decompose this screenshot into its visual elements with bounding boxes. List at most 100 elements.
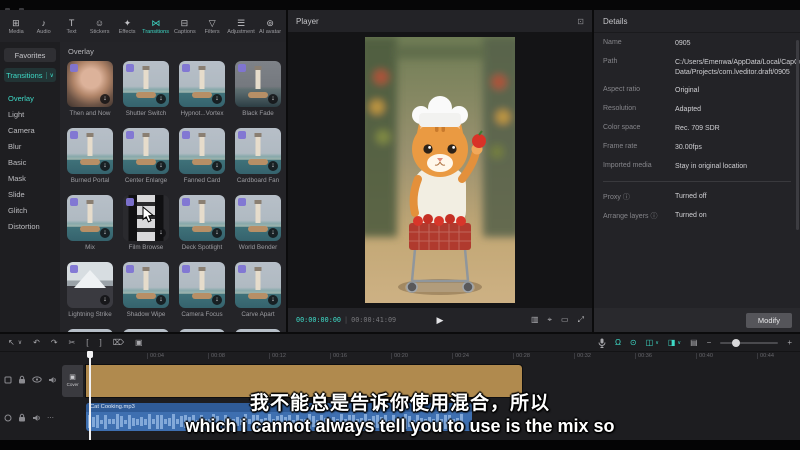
transition-thumb[interactable]: ↓ <box>179 329 225 332</box>
tab-adjustment[interactable]: ☰Adjustment <box>226 18 256 35</box>
transition-thumb[interactable]: ↓ <box>67 329 113 332</box>
auto-snap-icon[interactable]: ⊙ <box>630 338 637 347</box>
tab-ai_avatar[interactable]: ⊚AI avatar <box>256 18 284 35</box>
transition-thumb[interactable]: ↓ <box>123 128 169 174</box>
transition-thumb[interactable]: ↓ <box>235 262 281 308</box>
preview-axis-icon[interactable]: ◨ <box>668 338 676 347</box>
download-icon[interactable]: ↓ <box>268 295 278 305</box>
tab-audio[interactable]: ♪Audio <box>30 18 58 35</box>
collect-icon[interactable] <box>70 131 78 139</box>
modify-button[interactable]: Modify <box>746 313 792 328</box>
download-icon[interactable]: ↓ <box>212 295 222 305</box>
tab-text[interactable]: TText <box>58 18 86 35</box>
play-button[interactable]: ▶ <box>437 315 444 326</box>
timeline-zoom-slider[interactable] <box>720 342 778 344</box>
mute-track-icon[interactable] <box>48 376 57 384</box>
more-options-icon[interactable]: ⋯ <box>47 414 54 422</box>
transition-thumb[interactable]: ↓ <box>67 128 113 174</box>
speaker-icon[interactable] <box>32 414 41 422</box>
download-icon[interactable]: ↓ <box>156 295 166 305</box>
download-icon[interactable]: ↓ <box>100 295 110 305</box>
collect-icon[interactable] <box>182 198 190 206</box>
redo-icon[interactable]: ↷ <box>51 338 58 347</box>
transition-thumb[interactable]: ↓ <box>67 262 113 308</box>
video-clip[interactable] <box>86 365 522 397</box>
download-icon[interactable]: ↓ <box>100 94 110 104</box>
trim-right-icon[interactable]: ] <box>99 338 101 347</box>
lock-icon[interactable] <box>18 375 26 384</box>
sidebar-item-glitch[interactable]: Glitch <box>4 202 56 218</box>
collect-icon[interactable] <box>182 131 190 139</box>
download-icon[interactable]: ↓ <box>268 161 278 171</box>
link-chevron-icon[interactable]: ∨ <box>655 340 659 346</box>
sidebar-item-blur[interactable]: Blur <box>4 138 56 154</box>
trim-left-icon[interactable]: [ <box>86 338 88 347</box>
aspect-ratio-icon[interactable]: ▭ <box>561 315 569 325</box>
select-tool-chevron-icon[interactable]: ∨ <box>18 339 22 346</box>
collect-icon[interactable] <box>126 131 134 139</box>
transition-thumb[interactable]: ↓ <box>123 262 169 308</box>
collect-icon[interactable] <box>238 131 246 139</box>
collect-icon[interactable] <box>182 64 190 72</box>
zoom-in-icon[interactable]: + <box>787 338 792 347</box>
tab-effects[interactable]: ✦Effects <box>113 18 141 35</box>
download-icon[interactable]: ↓ <box>156 228 166 238</box>
transition-thumb[interactable]: ↓ <box>235 128 281 174</box>
motion-preview-icon[interactable]: ⌖ <box>548 315 553 325</box>
cover-button[interactable]: ▣ Cover <box>62 365 83 397</box>
collect-icon[interactable] <box>126 265 134 273</box>
download-icon[interactable]: ↓ <box>100 228 110 238</box>
record-voiceover-icon[interactable] <box>598 338 606 348</box>
tab-media[interactable]: ⊞Media <box>2 18 30 35</box>
transition-thumb[interactable]: ↓ <box>67 195 113 241</box>
player-menu-icon[interactable]: ⊡ <box>577 17 584 26</box>
transition-thumb[interactable]: ↓ <box>235 329 281 332</box>
transition-thumb[interactable]: ↓ <box>179 61 225 107</box>
lock-icon[interactable] <box>18 413 26 422</box>
collect-icon[interactable] <box>238 265 246 273</box>
transition-thumb[interactable]: ↓ <box>179 262 225 308</box>
details-scrollbar[interactable] <box>796 40 799 230</box>
transition-thumb[interactable]: ↓ <box>179 195 225 241</box>
link-clips-icon[interactable]: ◫ <box>646 338 654 347</box>
transition-thumb[interactable]: ↓ <box>235 195 281 241</box>
collect-icon[interactable] <box>126 198 134 206</box>
transition-thumb[interactable]: ↓ <box>235 61 281 107</box>
collect-icon[interactable] <box>70 64 78 72</box>
collect-icon[interactable] <box>238 198 246 206</box>
tab-transitions[interactable]: ⋈Transitions <box>141 18 170 35</box>
transition-thumb[interactable]: ↓ <box>123 329 169 332</box>
tab-filters[interactable]: ▽Filters <box>198 18 226 35</box>
sidebar-item-mask[interactable]: Mask <box>4 170 56 186</box>
sidebar-item-slide[interactable]: Slide <box>4 186 56 202</box>
split-icon[interactable]: ✂ <box>69 338 76 347</box>
tab-captions[interactable]: ⊟Captions <box>170 18 198 35</box>
frame-preview-icon[interactable]: ▤ <box>690 338 698 347</box>
download-icon[interactable]: ↓ <box>212 161 222 171</box>
download-icon[interactable]: ↓ <box>100 161 110 171</box>
hide-track-icon[interactable] <box>32 376 42 383</box>
undo-icon[interactable]: ↶ <box>33 338 40 347</box>
collect-icon[interactable] <box>70 198 78 206</box>
preview-axis-chevron-icon[interactable]: ∨ <box>677 340 681 346</box>
zoom-out-icon[interactable]: − <box>707 338 712 347</box>
magnet-snap-icon[interactable]: Ω <box>615 338 621 347</box>
download-icon[interactable]: ↓ <box>212 94 222 104</box>
download-icon[interactable]: ↓ <box>268 94 278 104</box>
sidebar-item-basic[interactable]: Basic <box>4 154 56 170</box>
audio-clip[interactable]: Cat Cooking.mp3 <box>86 403 472 431</box>
collect-icon[interactable] <box>238 64 246 72</box>
crop-icon[interactable]: ▣ <box>135 338 143 347</box>
transitions-category-button[interactable]: Transitions ∨ <box>4 68 56 82</box>
zoom-slider-knob[interactable] <box>732 339 740 347</box>
transition-thumb[interactable]: ↓ <box>179 128 225 174</box>
collect-icon[interactable] <box>126 64 134 72</box>
collect-icon[interactable] <box>182 265 190 273</box>
playhead[interactable] <box>89 351 91 440</box>
tab-stickers[interactable]: ☺Stickers <box>86 18 114 35</box>
delete-icon[interactable]: ⌦ <box>113 338 124 347</box>
favorites-button[interactable]: Favorites <box>4 48 56 62</box>
download-icon[interactable]: ↓ <box>156 94 166 104</box>
sidebar-item-overlay[interactable]: Overlay <box>4 90 56 106</box>
select-tool-icon[interactable]: ↖ <box>8 338 15 347</box>
